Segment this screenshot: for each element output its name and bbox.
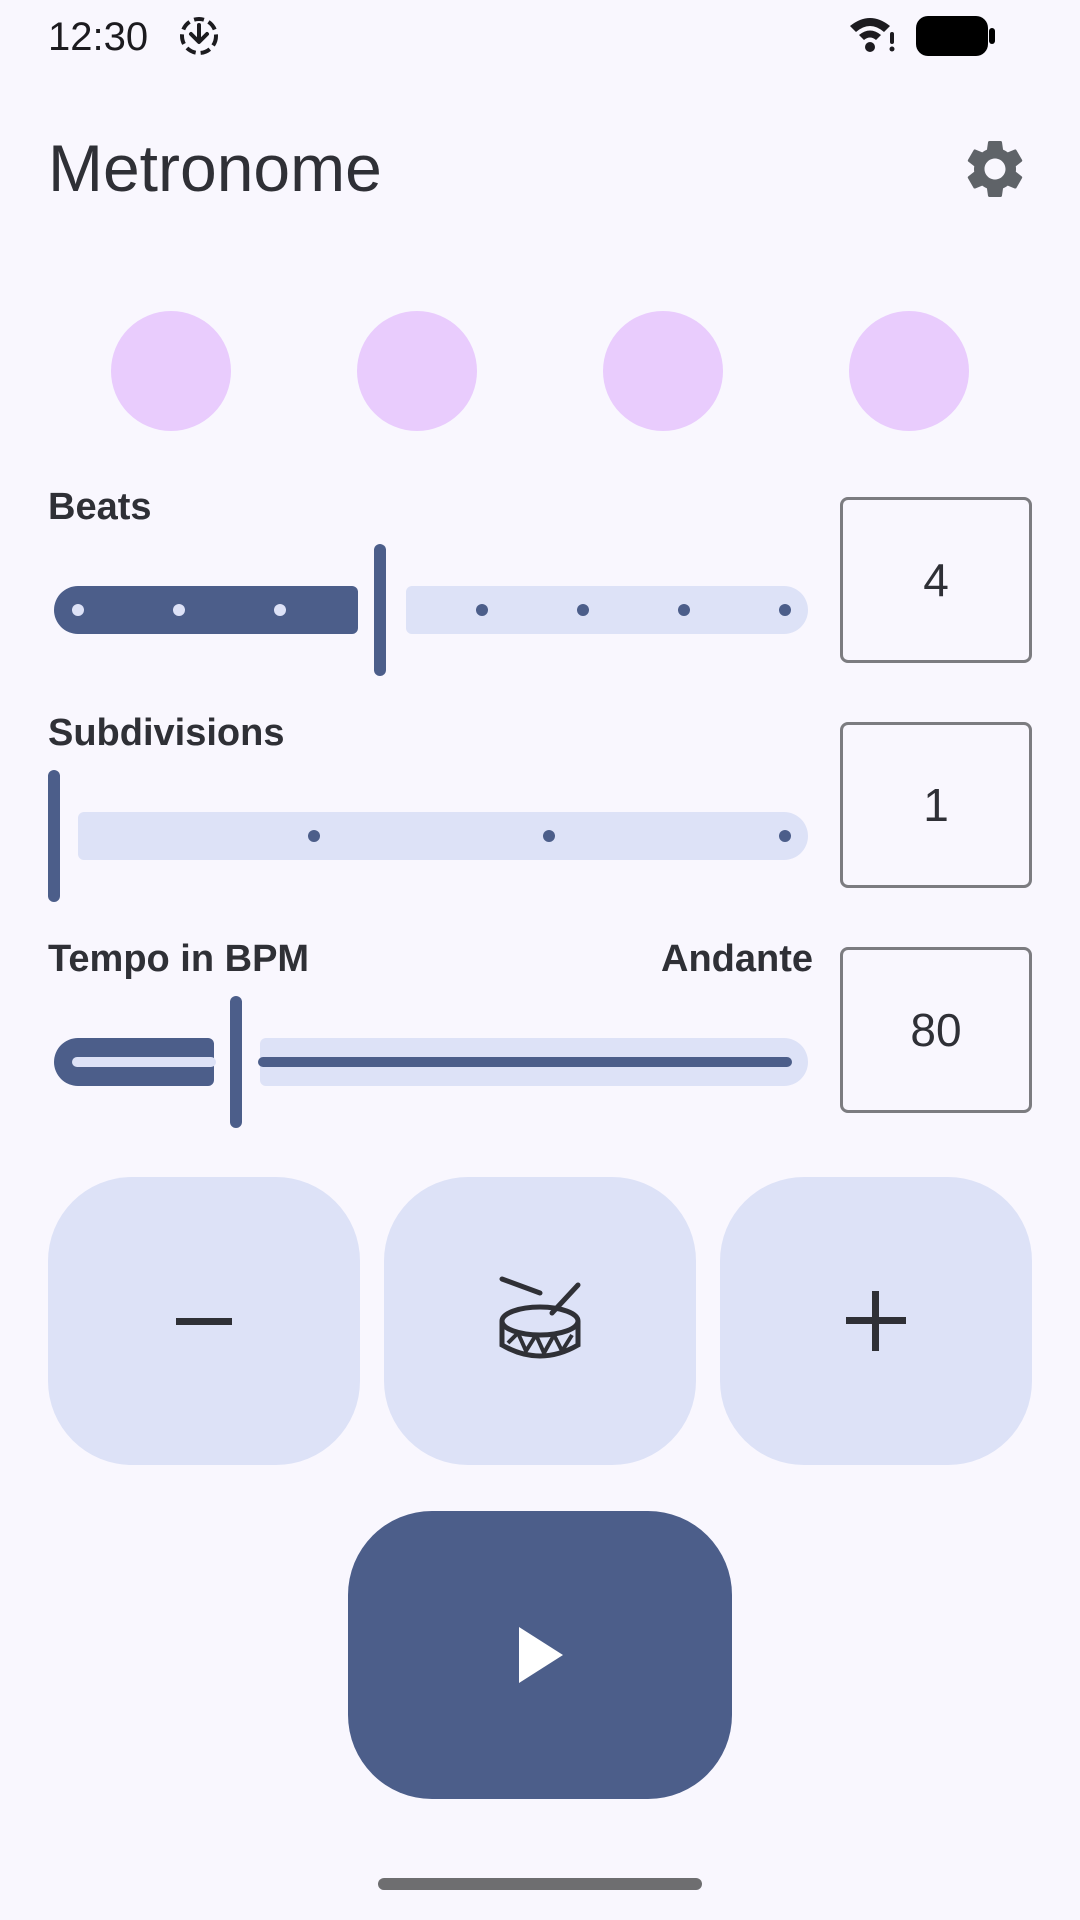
tempo-slider-inactive-stop bbox=[258, 1057, 792, 1067]
subdivisions-slider-inactive-track bbox=[78, 812, 808, 860]
tempo-slider-thumb[interactable] bbox=[230, 996, 242, 1128]
gear-icon[interactable] bbox=[960, 134, 1030, 204]
slider-tick bbox=[308, 830, 320, 842]
status-time: 12:30 bbox=[48, 15, 149, 59]
slider-tick bbox=[577, 604, 589, 616]
wifi-icon bbox=[850, 18, 895, 52]
play-button[interactable] bbox=[348, 1511, 732, 1799]
drum-icon bbox=[499, 1276, 581, 1359]
beats-value-field[interactable]: 4 bbox=[840, 497, 1032, 663]
tempo-slider-active-stop bbox=[72, 1057, 216, 1067]
slider-tick bbox=[779, 604, 791, 616]
decrease-tempo-button[interactable] bbox=[48, 1177, 360, 1465]
play-icon bbox=[519, 1627, 563, 1683]
slider-tick bbox=[678, 604, 690, 616]
slider-tick bbox=[779, 830, 791, 842]
beat-indicator-4 bbox=[849, 311, 969, 431]
battery-icon bbox=[916, 16, 995, 56]
tempo-slider[interactable] bbox=[48, 992, 812, 1132]
beats-label: Beats bbox=[48, 486, 152, 528]
tap-tempo-button[interactable] bbox=[384, 1177, 696, 1465]
page-title: Metronome bbox=[48, 131, 382, 205]
subdivisions-value-field[interactable]: 1 bbox=[840, 722, 1032, 888]
minus-icon bbox=[176, 1318, 232, 1325]
beat-indicator-3 bbox=[603, 311, 723, 431]
beats-slider[interactable] bbox=[48, 540, 812, 680]
download-icon bbox=[180, 17, 218, 55]
tempo-value-field[interactable]: 80 bbox=[840, 947, 1032, 1113]
tempo-marking: Andante bbox=[661, 938, 813, 980]
increase-tempo-button[interactable] bbox=[720, 1177, 1032, 1465]
beat-indicator-1 bbox=[111, 311, 231, 431]
beats-slider-inactive-track bbox=[406, 586, 808, 634]
beats-slider-thumb[interactable] bbox=[374, 544, 386, 676]
slider-tick bbox=[274, 604, 286, 616]
home-indicator[interactable] bbox=[378, 1878, 702, 1890]
slider-tick bbox=[72, 604, 84, 616]
beat-indicator-2 bbox=[357, 311, 477, 431]
plus-icon bbox=[846, 1291, 906, 1351]
slider-tick bbox=[543, 830, 555, 842]
subdivisions-slider-thumb[interactable] bbox=[48, 770, 60, 902]
beats-slider-active-track bbox=[54, 586, 358, 634]
tempo-label: Tempo in BPM bbox=[48, 938, 310, 980]
subdivisions-slider[interactable] bbox=[48, 766, 812, 906]
slider-tick bbox=[173, 604, 185, 616]
slider-tick bbox=[476, 604, 488, 616]
subdivisions-label: Subdivisions bbox=[48, 712, 285, 754]
